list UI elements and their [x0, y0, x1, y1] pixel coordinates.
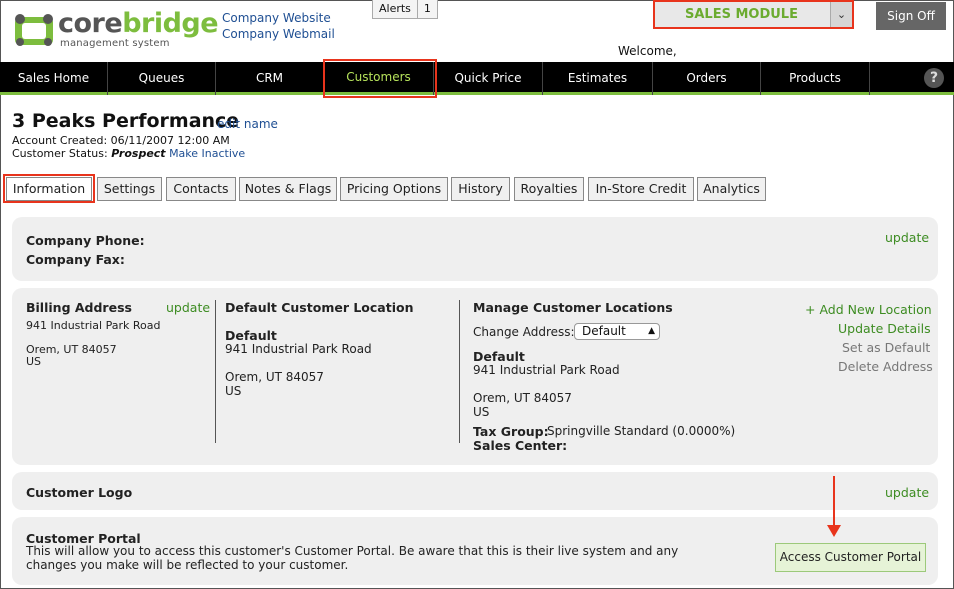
- module-select-value: SALES MODULE: [685, 7, 798, 22]
- phone-panel: [12, 217, 938, 281]
- billing-street: 941 Industrial Park Road: [26, 319, 161, 332]
- nav-crm[interactable]: CRM: [216, 62, 324, 95]
- customer-status: Customer Status: Prospect Make Inactive: [12, 147, 245, 160]
- update-details-link[interactable]: Update Details: [838, 321, 931, 336]
- logo-subtitle: management system: [60, 38, 170, 49]
- company-webmail-link[interactable]: Company Webmail: [222, 27, 335, 41]
- access-customer-portal-button[interactable]: Access Customer Portal: [775, 543, 926, 572]
- billing-address-title: Billing Address: [26, 300, 132, 315]
- default-location-country: US: [225, 384, 242, 398]
- company-fax-label: Company Fax:: [26, 252, 125, 267]
- phone-update-link[interactable]: update: [885, 230, 929, 245]
- annotation-arrow-head-icon: [827, 525, 841, 537]
- nav-products[interactable]: Products: [761, 62, 870, 95]
- tab-settings[interactable]: Settings: [97, 177, 162, 201]
- tab-pricing-options[interactable]: Pricing Options: [340, 177, 448, 201]
- default-location-city: Orem, UT 84057: [225, 370, 324, 384]
- tab-in-store-credit[interactable]: In-Store Credit: [588, 177, 694, 201]
- sign-off-button[interactable]: Sign Off: [876, 2, 946, 30]
- account-created-label: Account Created:: [12, 134, 108, 147]
- default-location-title: Default Customer Location: [225, 300, 414, 315]
- customer-status-value: Prospect: [111, 147, 166, 160]
- billing-update-link[interactable]: update: [166, 300, 210, 315]
- manage-location-name: Default: [473, 349, 525, 364]
- nav-sales-home[interactable]: Sales Home: [0, 62, 108, 95]
- help-icon[interactable]: ?: [924, 68, 944, 88]
- tax-group-label: Tax Group:: [473, 424, 549, 439]
- account-name: 3 Peaks Performance: [12, 110, 240, 132]
- customers-highlight: [323, 59, 437, 98]
- tab-contacts[interactable]: Contacts: [166, 177, 236, 201]
- tab-royalties[interactable]: Royalties: [514, 177, 584, 201]
- manage-location-country: US: [473, 405, 490, 419]
- default-location-street: 941 Industrial Park Road: [225, 342, 372, 356]
- manage-location-city: Orem, UT 84057: [473, 391, 572, 405]
- nav-quick-price[interactable]: Quick Price: [434, 62, 543, 95]
- alerts-count: 1: [416, 0, 437, 18]
- chevron-updown-icon: ▲: [648, 326, 655, 336]
- change-address-select[interactable]: Default ▲: [574, 323, 660, 340]
- edit-name-link[interactable]: edit name: [217, 117, 278, 131]
- delete-address-link[interactable]: Delete Address: [838, 359, 933, 374]
- alerts-label: Alerts: [379, 2, 411, 15]
- chevron-down-icon: ⌄: [830, 2, 852, 27]
- corebridge-logo[interactable]: corebridge management system: [14, 8, 219, 49]
- divider: [215, 300, 216, 443]
- customer-logo-title: Customer Logo: [26, 485, 133, 500]
- tab-notes-flags[interactable]: Notes & Flags: [239, 177, 337, 201]
- nav-queues[interactable]: Queues: [108, 62, 216, 95]
- sales-center-label: Sales Center:: [473, 438, 568, 453]
- manage-location-street: 941 Industrial Park Road: [473, 363, 620, 377]
- set-as-default-link[interactable]: Set as Default: [842, 340, 930, 355]
- annotation-arrow: [833, 476, 835, 528]
- nav-estimates[interactable]: Estimates: [543, 62, 653, 95]
- logo-panel: [12, 472, 938, 510]
- module-select[interactable]: SALES MODULE ⌄: [653, 0, 854, 29]
- manage-locations-title: Manage Customer Locations: [473, 300, 673, 315]
- company-website-link[interactable]: Company Website: [222, 11, 331, 25]
- default-location-name: Default: [225, 328, 277, 343]
- alerts-widget[interactable]: Alerts 1: [372, 0, 438, 19]
- company-phone-label: Company Phone:: [26, 233, 145, 248]
- customer-portal-text-2: changes you make will be reflected to yo…: [26, 558, 349, 572]
- customer-status-label: Customer Status:: [12, 147, 108, 160]
- change-address-label: Change Address:: [473, 325, 575, 339]
- welcome-text: Welcome,: [618, 44, 677, 58]
- change-address-value: Default: [582, 324, 626, 338]
- logo-wordmark: corebridge: [58, 8, 219, 39]
- divider: [459, 300, 460, 443]
- tab-history[interactable]: History: [451, 177, 510, 201]
- add-new-location-link[interactable]: + Add New Location: [805, 302, 932, 317]
- logo-update-link[interactable]: update: [885, 485, 929, 500]
- nav-orders[interactable]: Orders: [653, 62, 761, 95]
- tax-group-value: Springville Standard (0.0000%): [547, 424, 736, 438]
- account-created-value: 06/11/2007 12:00 AM: [110, 134, 230, 147]
- information-tab-highlight: [3, 174, 95, 203]
- customer-portal-text-1: This will allow you to access this custo…: [26, 544, 679, 558]
- billing-country: US: [26, 355, 42, 368]
- main-nav: Sales Home Queues CRM Customers Quick Pr…: [0, 62, 954, 95]
- account-created: Account Created: 06/11/2007 12:00 AM: [12, 134, 230, 147]
- logo-mark-icon: [15, 14, 53, 46]
- tab-analytics[interactable]: Analytics: [697, 177, 766, 201]
- make-inactive-link[interactable]: Make Inactive: [169, 147, 245, 160]
